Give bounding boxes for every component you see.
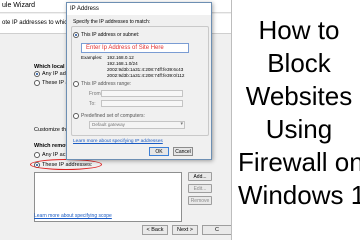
remote-ip-heading: Which remot — [34, 143, 68, 149]
wizard-title: ule Wizard — [2, 2, 36, 9]
wizard-cancel-button[interactable]: C — [202, 225, 231, 235]
add-button[interactable]: Add... — [188, 172, 212, 181]
headline-line: Using — [265, 114, 333, 144]
radio-unselected-icon — [73, 80, 79, 87]
ip-address-subnet-label: This IP address or subnet: — [81, 31, 140, 38]
remote-any-ip-radio[interactable]: Any IP ac — [34, 151, 65, 159]
remote-any-ip-label: Any IP ac — [42, 152, 66, 158]
radio-unselected-icon — [34, 80, 40, 86]
cancel-button[interactable]: Cancel — [173, 147, 193, 156]
remove-button[interactable]: Remove — [188, 196, 212, 205]
ip-examples: Examples: 192.168.0.12 192.168.1.0/24 200… — [81, 55, 185, 79]
local-these-ip-label: These IP a — [42, 80, 69, 86]
local-any-ip-label: Any IP ad — [42, 71, 66, 77]
headline-line: How to — [258, 15, 340, 45]
radio-unselected-icon — [34, 152, 40, 158]
edit-button[interactable]: Edit... — [188, 184, 212, 193]
range-to-input[interactable] — [101, 100, 183, 107]
back-button[interactable]: < Back — [142, 225, 168, 235]
predefined-set-radio[interactable]: Predefined set of computers: — [73, 112, 145, 119]
ip-range-label: This IP address range: — [81, 80, 132, 87]
radio-selected-icon — [73, 31, 79, 38]
to-label: To: — [89, 101, 96, 107]
ok-button[interactable]: OK — [149, 147, 169, 156]
headline-line: Websites — [245, 81, 353, 111]
ip-address-input[interactable]: Enter Ip Address of Site Here — [81, 43, 189, 53]
predefined-set-select[interactable]: Default gateway — [89, 121, 185, 129]
radio-selected-icon — [34, 71, 40, 77]
ip-dialog-titlebar: IP Address — [67, 3, 211, 15]
local-any-ip-radio[interactable]: Any IP ad — [34, 70, 66, 78]
ip-address-subnet-radio[interactable]: This IP address or subnet: — [73, 31, 139, 38]
headline-line: Windows 1 — [238, 180, 360, 210]
highlight-oval — [30, 159, 102, 170]
radio-unselected-icon — [73, 112, 79, 119]
headline-line: Block — [267, 48, 331, 78]
ip-address-dialog: IP Address Specify the IP addresses to m… — [66, 2, 212, 160]
learn-ip-link[interactable]: Learn more about specifying IP addresses — [73, 139, 163, 144]
headline-line: Firewall on — [238, 147, 360, 177]
specify-ip-label: Specify the IP addresses to match: — [73, 19, 151, 25]
predefined-set-label: Predefined set of computers: — [81, 112, 145, 119]
next-button[interactable]: Next > — [172, 225, 198, 235]
local-these-ip-radio[interactable]: These IP a — [34, 79, 69, 87]
example-value: 2002:9d3b:1a31:4:208:74ff:fe39:0/112 — [107, 73, 185, 78]
headline: How to Block Websites Using Firewall on … — [238, 14, 360, 212]
ip-dialog-title: IP Address — [70, 6, 99, 12]
range-from-input[interactable] — [101, 90, 183, 97]
ip-range-radio[interactable]: This IP address range: — [73, 80, 131, 87]
learn-scope-link[interactable]: Learn more about specifying scope — [34, 213, 112, 219]
